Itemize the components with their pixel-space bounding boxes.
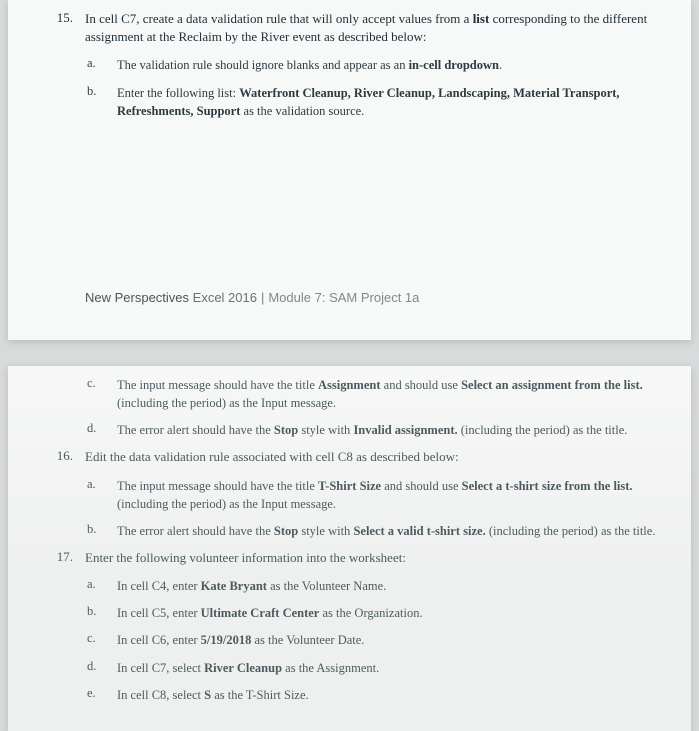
footer-module: Module 7: SAM Project 1a [268,290,419,305]
footer-product: Excel 2016 [189,290,257,305]
page-top: 15. In cell C7, create a data validation… [8,0,691,340]
q17-a-text: In cell C4, enter Kate Bryant as the Vol… [117,577,386,595]
sub-letter-c: c. [85,631,117,649]
sub-letter-d: d. [85,659,117,677]
q15-text: In cell C7, create a data validation rul… [85,10,656,46]
q15-sub-b: b. Enter the following list: Waterfront … [85,84,656,120]
q16-number: 16. [43,448,85,466]
q15-b-text: Enter the following list: Waterfront Cle… [117,84,656,120]
sub-letter-a: a. [85,577,117,595]
q15-d-text: The error alert should have the Stop sty… [117,421,627,439]
q15-c-text: The input message should have the title … [117,376,656,412]
sub-letter-e: e. [85,686,117,704]
question-16: 16. Edit the data validation rule associ… [43,448,656,466]
q17-b-text: In cell C5, enter Ultimate Craft Center … [117,604,423,622]
footer-separator: | [261,290,264,305]
q17-c-text: In cell C6, enter 5/19/2018 as the Volun… [117,631,364,649]
q15-sub-a: a. The validation rule should ignore bla… [85,56,656,74]
q17-text: Enter the following volunteer informatio… [85,549,406,567]
page-spacer [43,129,656,229]
page-bottom: c. The input message should have the tit… [8,366,691,731]
sub-letter-b: b. [85,522,117,540]
q17-sub-a: a. In cell C4, enter Kate Bryant as the … [85,577,656,595]
q16-sub-a: a. The input message should have the tit… [85,477,656,513]
q17-number: 17. [43,549,85,567]
page-footer: New Perspectives Excel 2016 | Module 7: SA… [43,289,656,307]
sub-letter-a: a. [85,56,117,74]
footer-title: New Perspectives [85,290,189,305]
q15-sub-c: c. The input message should have the tit… [85,376,656,412]
q17-sub-c: c. In cell C6, enter 5/19/2018 as the Vo… [85,631,656,649]
q16-sub-b: b. The error alert should have the Stop … [85,522,656,540]
q16-b-text: The error alert should have the Stop sty… [117,522,655,540]
q17-sub-b: b. In cell C5, enter Ultimate Craft Cent… [85,604,656,622]
sub-letter-b: b. [85,84,117,120]
question-17: 17. Enter the following volunteer inform… [43,549,656,567]
q15-sub-d: d. The error alert should have the Stop … [85,421,656,439]
q17-sub-e: e. In cell C8, select S as the T-Shirt S… [85,686,656,704]
question-15: 15. In cell C7, create a data validation… [43,10,656,46]
q15-a-text: The validation rule should ignore blanks… [117,56,502,74]
q17-sub-d: d. In cell C7, select River Cleanup as t… [85,659,656,677]
q15-number: 15. [43,10,85,46]
sub-letter-d: d. [85,421,117,439]
sub-letter-b: b. [85,604,117,622]
q16-text: Edit the data validation rule associated… [85,448,459,466]
sub-letter-a: a. [85,477,117,513]
q17-e-text: In cell C8, select S as the T-Shirt Size… [117,686,309,704]
q17-d-text: In cell C7, select River Cleanup as the … [117,659,379,677]
q16-a-text: The input message should have the title … [117,477,656,513]
sub-letter-c: c. [85,376,117,412]
